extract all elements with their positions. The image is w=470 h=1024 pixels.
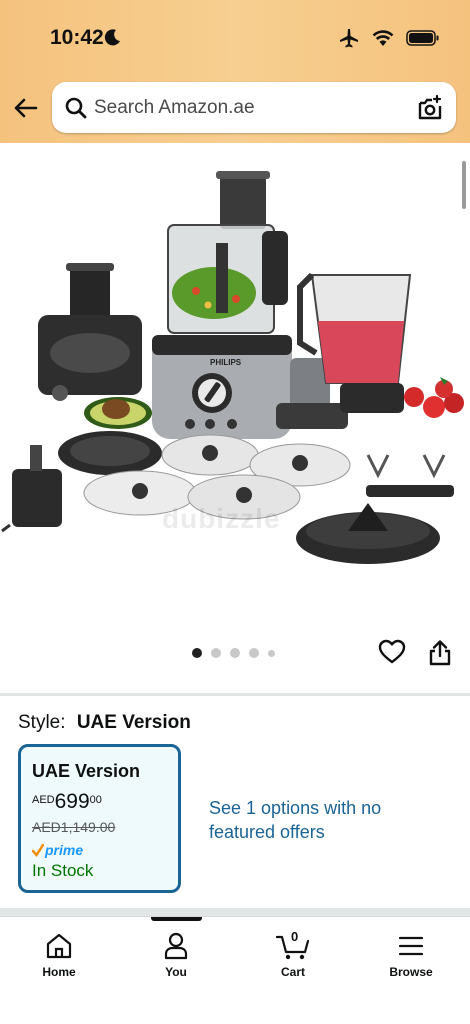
section-divider [0, 693, 470, 696]
active-tab-indicator [151, 917, 202, 921]
avocado-illustration [84, 397, 152, 429]
juicer-illustration [38, 263, 142, 401]
list-price: AED1,149.00 [32, 819, 116, 835]
battery-icon [406, 30, 439, 46]
carousel-dot[interactable] [268, 649, 275, 657]
watermark-text: dubizzle [162, 503, 281, 534]
camera-scan-icon[interactable] [416, 94, 444, 122]
style-selector-label: Style: UAE Version [18, 712, 191, 734]
price-fraction: 00 [89, 794, 102, 806]
search-bar[interactable] [52, 82, 456, 133]
citrus-press-illustration [296, 503, 440, 564]
heart-icon[interactable] [378, 639, 406, 665]
back-arrow-icon[interactable] [12, 94, 40, 122]
home-icon [46, 933, 72, 959]
status-icons [338, 28, 440, 48]
food-processor-illustration: PHILIPS [152, 171, 292, 439]
airplane-icon [340, 29, 358, 48]
tab-cart[interactable]: 0 Cart [248, 929, 338, 979]
product-gallery[interactable]: PHILIPS dubizzle [0, 143, 470, 693]
status-time: 10:42 [50, 26, 104, 49]
moon-icon [104, 29, 120, 46]
wifi-icon [372, 30, 394, 46]
variant-name: UAE Version [32, 761, 141, 781]
carousel-dots[interactable] [192, 648, 275, 658]
tab-you[interactable]: You [131, 931, 221, 979]
cart-count: 0 [291, 929, 299, 944]
app-header: 10:42 [0, 0, 470, 143]
status-bar: 10:42 [0, 0, 470, 72]
carousel-dot[interactable] [211, 648, 221, 658]
style-label: Style: [18, 712, 66, 733]
carousel-dot[interactable] [249, 648, 259, 658]
tab-cart-label: Cart [280, 965, 305, 979]
carousel-dot[interactable] [230, 648, 240, 658]
dough-tool-illustration [1, 445, 62, 533]
menu-icon [398, 936, 424, 956]
tab-browse[interactable]: Browse [366, 931, 456, 979]
price-whole: 699 [54, 790, 90, 813]
search-icon [65, 97, 87, 119]
bottom-tab-bar: Home You 0 Cart Browse [0, 916, 470, 1024]
svg-text:PHILIPS: PHILIPS [210, 358, 242, 367]
prime-check-icon [32, 843, 44, 857]
share-icon[interactable] [428, 639, 452, 667]
style-value: UAE Version [76, 712, 191, 733]
section-divider [0, 908, 470, 916]
variant-price: AED 699 00 [32, 791, 102, 813]
prime-label: prime [45, 842, 84, 858]
prime-badge: prime [32, 842, 83, 858]
tab-browse-label: Browse [389, 965, 433, 979]
stock-status: In Stock [32, 861, 94, 880]
price-currency: AED [32, 794, 55, 806]
search-input[interactable] [94, 94, 414, 122]
tab-home[interactable]: Home [14, 931, 104, 979]
product-image[interactable]: PHILIPS [0, 163, 470, 613]
tab-home-label: Home [42, 965, 76, 979]
strawberry-illustration [404, 377, 464, 418]
more-options-link[interactable]: See 1 options with no featured offers [209, 796, 399, 844]
tab-you-label: You [165, 965, 187, 979]
carousel-dot-active[interactable] [192, 648, 202, 658]
variant-card-selected[interactable]: UAE Version AED 699 00 AED1,149.00 prime… [18, 744, 181, 893]
whisk-illustration [366, 454, 454, 497]
person-icon [164, 932, 188, 960]
